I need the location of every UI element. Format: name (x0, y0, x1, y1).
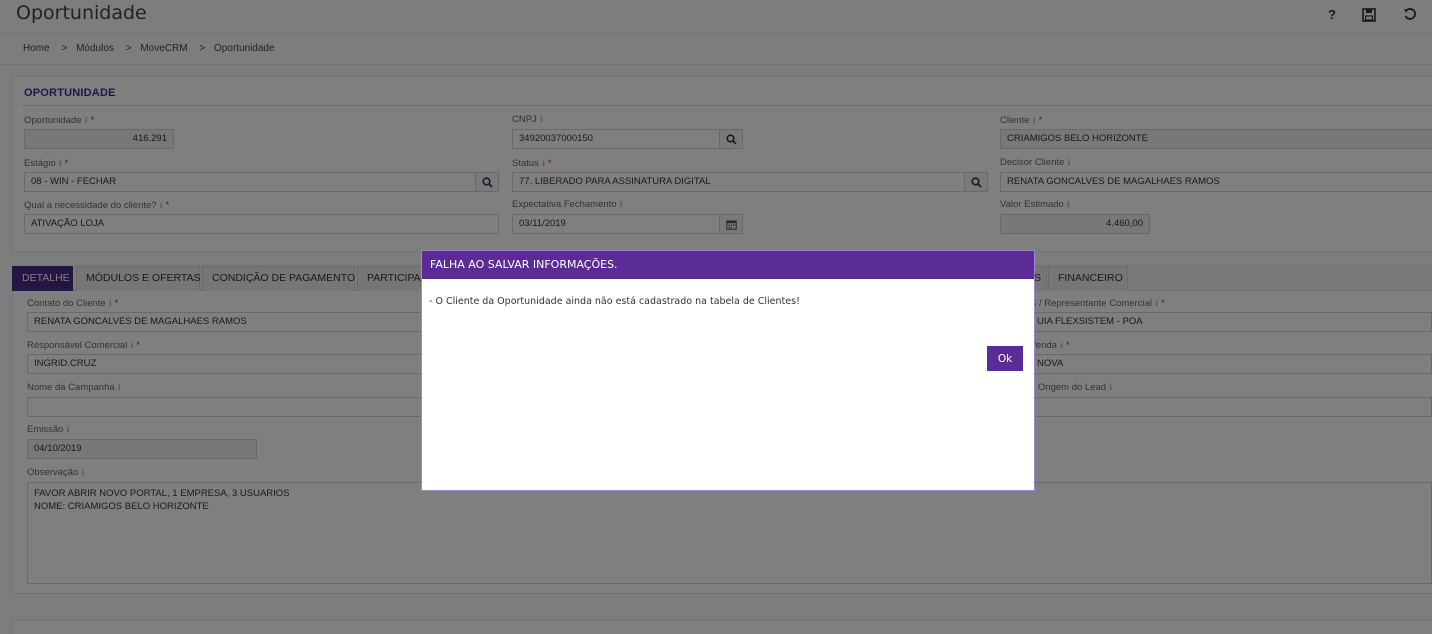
dialog-message: - O Cliente da Oportunidade ainda não es… (429, 296, 800, 307)
dialog-title: FALHA AO SALVAR INFORMAÇÕES. (422, 251, 1034, 279)
ok-button[interactable]: Ok (987, 346, 1023, 371)
error-dialog: FALHA AO SALVAR INFORMAÇÕES. - O Cliente… (421, 250, 1035, 491)
